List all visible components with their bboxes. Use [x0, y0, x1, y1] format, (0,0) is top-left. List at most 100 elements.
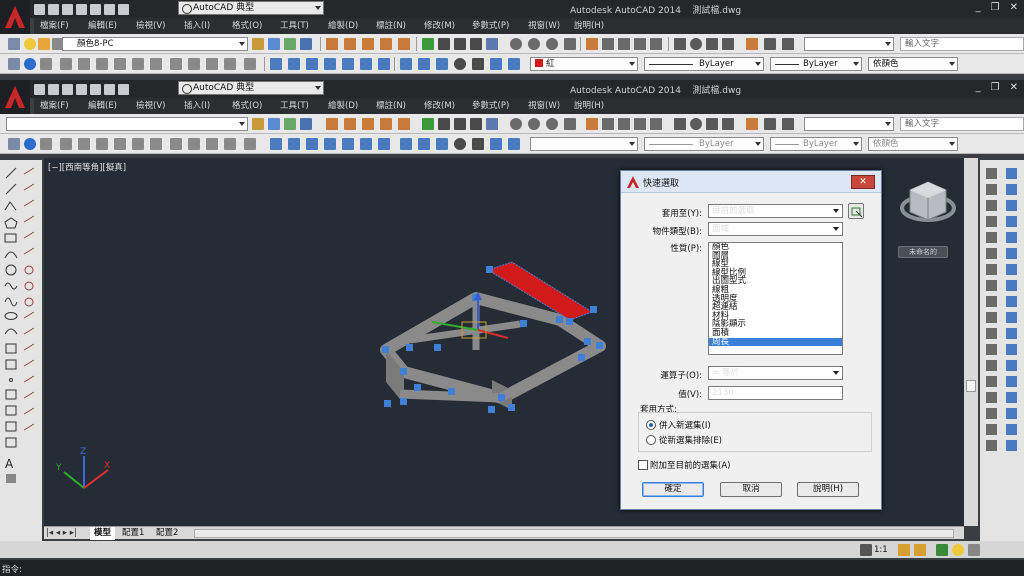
search-input[interactable]: 輸入文字 — [900, 117, 1024, 131]
baseline-icon[interactable] — [454, 118, 466, 130]
layer-manager-icon[interactable] — [8, 38, 20, 50]
inspect-icon[interactable] — [674, 118, 686, 130]
menu-insert[interactable]: 插入(I) — [184, 18, 232, 34]
restore-icon[interactable]: ❐ — [991, 82, 1000, 93]
help-button[interactable]: 說明(H) — [797, 482, 859, 497]
loft-icon[interactable] — [224, 138, 236, 150]
redo-icon[interactable] — [118, 3, 129, 15]
intersect-icon[interactable] — [306, 138, 318, 150]
inspect-icon[interactable] — [674, 38, 686, 50]
sphere-icon[interactable] — [24, 138, 36, 150]
cone-icon[interactable] — [78, 138, 90, 150]
append-checkbox[interactable] — [638, 460, 648, 470]
save-icon[interactable] — [62, 3, 73, 15]
annotation-visibility-icon[interactable] — [898, 544, 910, 556]
wedge-icon[interactable] — [60, 138, 72, 150]
angular-icon[interactable] — [564, 118, 576, 130]
thicken-icon[interactable] — [378, 138, 390, 150]
annotation-scale[interactable]: 1:1 — [874, 545, 888, 555]
jogged-icon[interactable] — [690, 38, 702, 50]
value-input[interactable]: 2130 — [708, 386, 843, 400]
orbit-icon[interactable] — [490, 138, 502, 150]
tolerance-icon[interactable] — [634, 38, 646, 50]
sweep-icon[interactable] — [206, 58, 218, 70]
minimize-icon[interactable]: _ — [976, 2, 981, 13]
extrude-icon[interactable] — [170, 138, 182, 150]
baseline-icon[interactable] — [454, 38, 466, 50]
layer-state-icon[interactable] — [284, 118, 296, 130]
dim-style-select[interactable] — [804, 37, 894, 51]
continue-icon[interactable] — [470, 38, 482, 50]
planar-icon[interactable] — [150, 138, 162, 150]
dim-break-icon[interactable] — [706, 38, 718, 50]
loft-icon[interactable] — [224, 58, 236, 70]
union-icon[interactable] — [270, 138, 282, 150]
angular-icon[interactable] — [564, 38, 576, 50]
ok-button[interactable]: 確定 — [642, 482, 704, 497]
menu-modify[interactable]: 修改(M) — [424, 18, 472, 34]
new-icon[interactable] — [34, 83, 45, 95]
dimension-icon[interactable] — [438, 118, 450, 130]
lightbulb-icon[interactable] — [24, 38, 36, 50]
make-current-icon[interactable] — [252, 118, 264, 130]
modify-icon[interactable] — [422, 118, 434, 130]
layer-walk-icon[interactable] — [300, 38, 312, 50]
menu-format[interactable]: 格式(O) — [232, 98, 280, 114]
workspace-select[interactable]: AutoCAD 典型 — [178, 1, 324, 15]
viewport-controls[interactable]: [−][西南等角][擬真] — [48, 161, 126, 173]
horizontal-scrollbar[interactable] — [194, 529, 954, 538]
layer-previous-icon[interactable] — [268, 38, 280, 50]
include-radio[interactable] — [646, 420, 656, 430]
lineweight-select[interactable]: ByLayer — [770, 137, 862, 151]
diameter-icon[interactable] — [546, 38, 558, 50]
imprint-icon[interactable] — [418, 58, 430, 70]
subtract-icon[interactable] — [288, 58, 300, 70]
pan-icon[interactable] — [472, 58, 484, 70]
sun-icon[interactable] — [38, 38, 50, 50]
workspace-switch-icon[interactable] — [936, 544, 948, 556]
menu-parametric[interactable]: 參數式(P) — [472, 98, 528, 114]
shell-icon[interactable] — [436, 138, 448, 150]
interfere-icon[interactable] — [342, 138, 354, 150]
planar-icon[interactable] — [150, 58, 162, 70]
cancel-button[interactable]: 取消 — [720, 482, 782, 497]
center-mark-icon[interactable] — [650, 118, 662, 130]
ucs-menu[interactable]: 未命名的 — [898, 246, 948, 258]
apply-to-select[interactable]: 目前的選取 — [708, 204, 843, 218]
make-current-icon[interactable] — [252, 38, 264, 50]
dim-ordinate-icon[interactable] — [380, 118, 392, 130]
torus-icon[interactable] — [114, 58, 126, 70]
close-icon[interactable]: ✕ — [1010, 82, 1018, 93]
thicken-icon[interactable] — [378, 58, 390, 70]
dim-break-icon[interactable] — [706, 118, 718, 130]
minimize-icon[interactable]: _ — [976, 82, 981, 93]
exclude-label[interactable]: 從新選集排除(E) — [659, 434, 722, 446]
tab-nav-arrows[interactable]: |◂ ◂ ▸ ▸| — [46, 527, 77, 540]
open-icon[interactable] — [48, 3, 59, 15]
print-icon[interactable] — [90, 83, 101, 95]
menu-help[interactable]: 說明(H) — [574, 98, 620, 114]
menu-window[interactable]: 視窗(W) — [528, 18, 574, 34]
dim-aligned-icon[interactable] — [344, 38, 356, 50]
dim-aligned-icon[interactable] — [344, 118, 356, 130]
slice-icon[interactable] — [324, 138, 336, 150]
dim-text-edit-icon[interactable] — [746, 118, 758, 130]
torus-icon[interactable] — [114, 138, 126, 150]
steering-wheel-icon[interactable] — [454, 138, 466, 150]
wedge-icon[interactable] — [60, 58, 72, 70]
cylinder-icon[interactable] — [96, 58, 108, 70]
save-as-icon[interactable] — [76, 3, 87, 15]
layer-select[interactable] — [6, 117, 248, 131]
menu-insert[interactable]: 插入(I) — [184, 98, 232, 114]
dim-text-edit-icon[interactable] — [746, 38, 758, 50]
dim-ordinate-icon[interactable] — [380, 38, 392, 50]
annotation-scale-icon[interactable] — [860, 544, 872, 556]
print-icon[interactable] — [90, 3, 101, 15]
tolerance-icon[interactable] — [634, 118, 646, 130]
dim-space-icon[interactable] — [486, 38, 498, 50]
dim-update-icon[interactable] — [764, 118, 776, 130]
list-item-selected[interactable]: 周長 — [709, 337, 842, 347]
quick-dim-icon[interactable] — [586, 118, 598, 130]
continue-dim-icon[interactable] — [618, 118, 630, 130]
presspull-icon[interactable] — [244, 138, 256, 150]
